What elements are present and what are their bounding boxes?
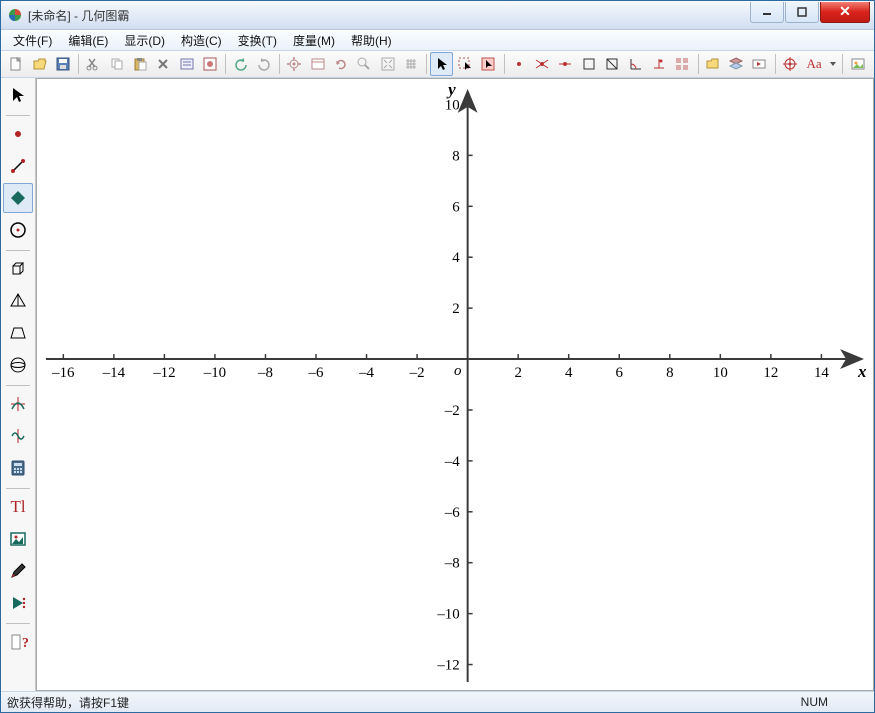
grid-icon[interactable] (400, 52, 422, 76)
close-button[interactable]: ✕ (820, 2, 870, 23)
layers-icon[interactable] (725, 52, 747, 76)
point-tool-icon[interactable] (3, 119, 33, 149)
config-icon[interactable] (199, 52, 221, 76)
midpoint-icon[interactable] (554, 52, 576, 76)
menu-measure[interactable]: 度量(M) (285, 30, 343, 51)
menu-file[interactable]: 文件(F) (5, 30, 60, 51)
color-dropdown-icon[interactable] (827, 52, 838, 76)
plot-tool-icon[interactable] (3, 421, 33, 451)
undo-icon[interactable] (229, 52, 251, 76)
calculator-tool-icon[interactable] (3, 453, 33, 483)
sphere-tool-icon[interactable] (3, 350, 33, 380)
line-tool-icon[interactable] (3, 151, 33, 181)
svg-text:10: 10 (713, 365, 728, 381)
arrow-tool-icon[interactable] (3, 80, 33, 110)
polygon-icon[interactable] (601, 52, 623, 76)
folder-icon[interactable] (701, 52, 723, 76)
status-num: NUM (801, 695, 828, 709)
maximize-button[interactable] (785, 2, 819, 23)
select-area-icon[interactable] (454, 52, 476, 76)
status-help-text: 欲获得帮助，请按F1键 (7, 694, 129, 711)
image-tool-icon[interactable] (3, 524, 33, 554)
svg-text:4: 4 (452, 250, 460, 266)
svg-text:x: x (857, 362, 867, 381)
svg-text:–14: –14 (102, 365, 126, 381)
svg-text:–2: –2 (444, 403, 460, 419)
circle-tool-icon[interactable] (3, 215, 33, 245)
open-icon[interactable] (28, 52, 50, 76)
select-all-icon[interactable] (477, 52, 499, 76)
svg-text:8: 8 (666, 365, 673, 381)
svg-text:12: 12 (763, 365, 778, 381)
paste-icon[interactable] (129, 52, 151, 76)
save-icon[interactable] (52, 52, 74, 76)
svg-text:–16: –16 (51, 365, 75, 381)
svg-text:y: y (446, 80, 456, 99)
svg-text:–8: –8 (257, 365, 273, 381)
menu-help[interactable]: 帮助(H) (343, 30, 400, 51)
menu-edit[interactable]: 编辑(E) (60, 30, 116, 51)
svg-text:–4: –4 (358, 365, 374, 381)
frustum-tool-icon[interactable] (3, 318, 33, 348)
polygon-tool-icon[interactable] (3, 183, 33, 213)
angle-icon[interactable] (624, 52, 646, 76)
copy-icon[interactable] (105, 52, 127, 76)
anim-icon[interactable] (748, 52, 770, 76)
perp-icon[interactable] (648, 52, 670, 76)
svg-text:–2: –2 (409, 365, 425, 381)
window-title: [未命名] - 几何图霸 (28, 7, 749, 24)
properties-icon[interactable] (176, 52, 198, 76)
drawing-canvas[interactable]: –16 –14 –12 –10 –8 –6 –4 –2 2 4 6 8 10 12 14 10 8 6 4 2 –2 –4… (36, 78, 874, 691)
svg-text:o: o (454, 363, 462, 379)
svg-text:4: 4 (565, 365, 573, 381)
animate-tool-icon[interactable] (3, 588, 33, 618)
target-icon[interactable] (779, 52, 801, 76)
minimize-button[interactable] (750, 2, 784, 23)
svg-text:–12: –12 (152, 365, 175, 381)
text-label-tool-icon[interactable]: Tl (3, 492, 33, 522)
menu-construct[interactable]: 构造(C) (173, 30, 230, 51)
point-icon[interactable] (507, 52, 529, 76)
fit-icon[interactable] (377, 52, 399, 76)
svg-text:–8: –8 (444, 556, 460, 572)
select-tool-icon[interactable] (430, 52, 452, 76)
refresh-icon[interactable] (330, 52, 352, 76)
menu-transform[interactable]: 变换(T) (230, 30, 285, 51)
gear-icon[interactable] (283, 52, 305, 76)
svg-text:2: 2 (514, 365, 521, 381)
svg-text:–4: –4 (444, 454, 460, 470)
svg-text:10: 10 (445, 97, 460, 113)
svg-text:–6: –6 (444, 505, 460, 521)
svg-text:6: 6 (452, 199, 460, 215)
menu-display[interactable]: 显示(D) (116, 30, 173, 51)
pen-tool-icon[interactable] (3, 556, 33, 586)
window-icon[interactable] (306, 52, 328, 76)
svg-text:–6: –6 (308, 365, 324, 381)
svg-text:–10: –10 (203, 365, 226, 381)
pyramid-tool-icon[interactable] (3, 286, 33, 316)
cube-tool-icon[interactable] (3, 254, 33, 284)
picture-icon[interactable] (846, 52, 868, 76)
svg-text:?: ? (22, 636, 28, 651)
text-style-icon[interactable]: Aa (802, 52, 826, 76)
svg-text:14: 14 (814, 365, 829, 381)
zoom-icon[interactable] (353, 52, 375, 76)
cut-icon[interactable] (82, 52, 104, 76)
intersect-icon[interactable] (531, 52, 553, 76)
svg-text:–12: –12 (436, 658, 459, 674)
delete-icon[interactable] (152, 52, 174, 76)
svg-text:–10: –10 (436, 607, 459, 623)
svg-text:8: 8 (452, 148, 459, 164)
new-icon[interactable] (5, 52, 27, 76)
svg-text:2: 2 (452, 301, 459, 317)
grid-tiles-icon[interactable] (671, 52, 693, 76)
redo-icon[interactable] (253, 52, 275, 76)
help-tool-icon[interactable]: ? (3, 627, 33, 657)
svg-text:6: 6 (616, 365, 624, 381)
segment-icon[interactable] (578, 52, 600, 76)
function-tool-icon[interactable] (3, 389, 33, 419)
app-icon (7, 7, 23, 23)
